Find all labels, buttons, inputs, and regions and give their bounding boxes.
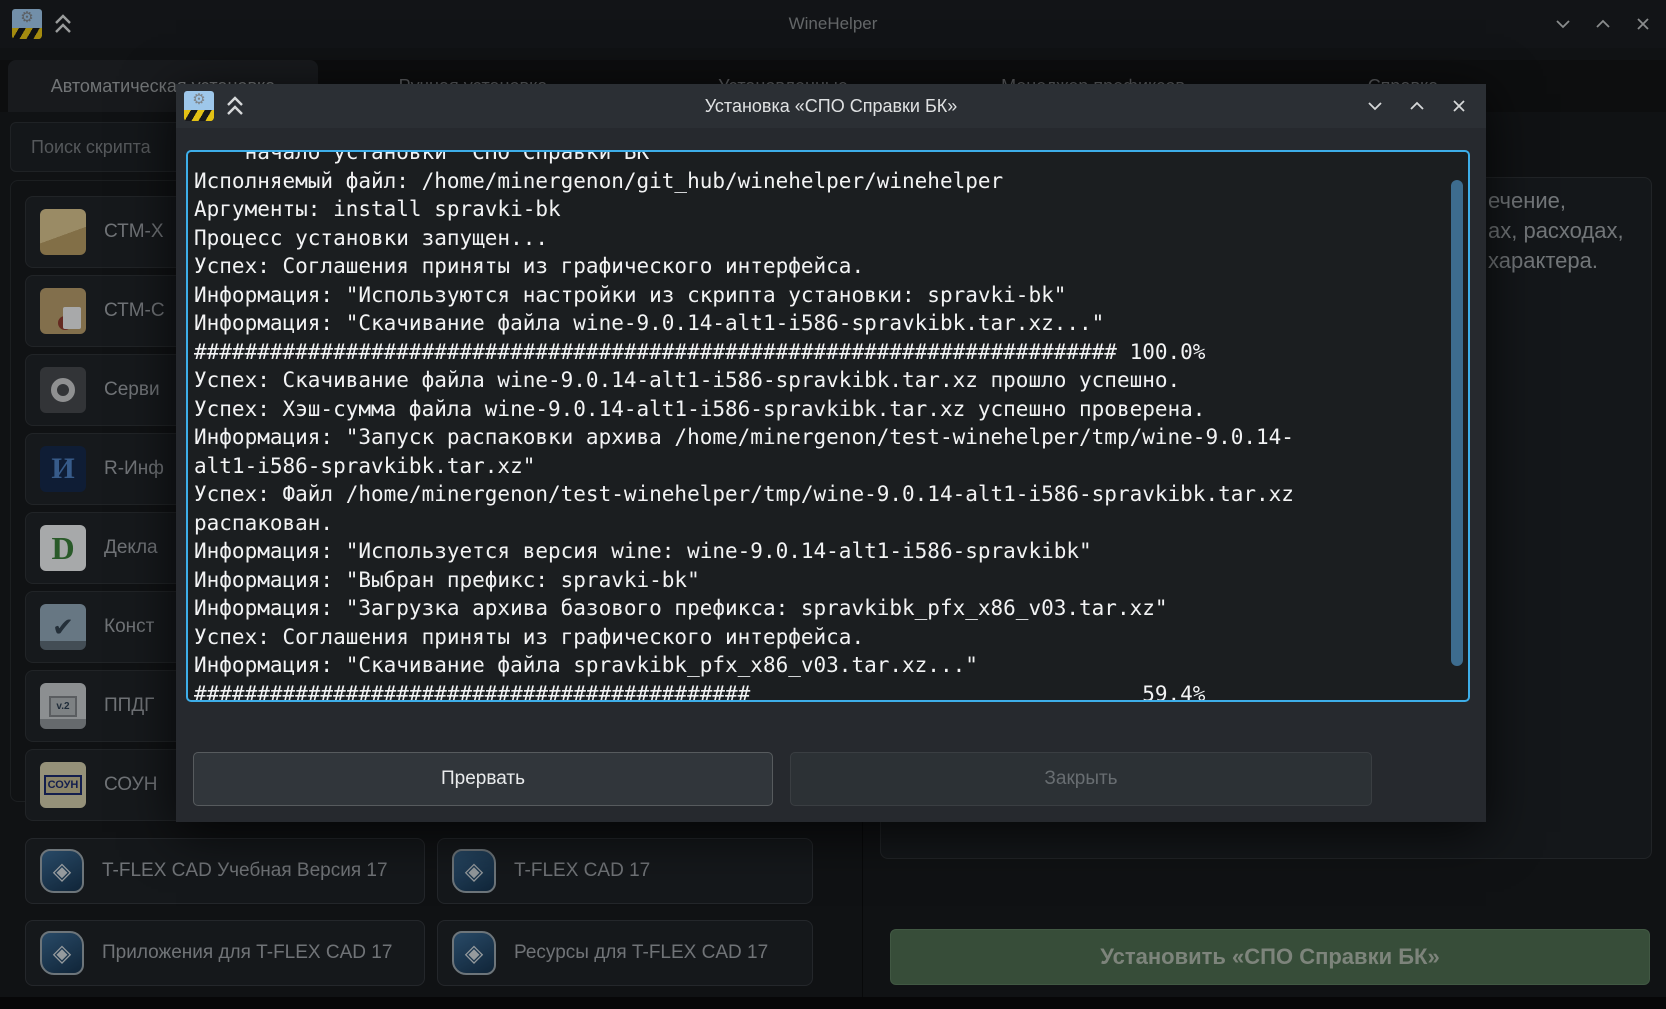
log-line: Информация: "Запуск распаковки архива /h… bbox=[194, 423, 1442, 452]
scrollbar-thumb[interactable] bbox=[1451, 180, 1463, 666]
log-line: Успех: Соглашения приняты из графическог… bbox=[194, 623, 1442, 652]
log-line: Успех: Соглашения приняты из графическог… bbox=[194, 252, 1442, 281]
minimize-button[interactable] bbox=[1366, 97, 1384, 115]
log-line: Аргументы: install spravki-bk bbox=[194, 195, 1442, 224]
log-line: Информация: "Загрузка архива базового пр… bbox=[194, 594, 1442, 623]
abort-button[interactable]: Прервать bbox=[193, 752, 773, 806]
log-line: распакован. bbox=[194, 509, 1442, 538]
dialog-window-controls bbox=[1366, 84, 1468, 128]
log-line: Успех: Скачивание файла wine-9.0.14-alt1… bbox=[194, 366, 1442, 395]
log-line: ########################################… bbox=[194, 680, 1442, 701]
log-line: Информация: "Используются настройки из с… bbox=[194, 281, 1442, 310]
install-log-text: начало установки "СПО Справки БК"Исполня… bbox=[194, 152, 1442, 700]
maximize-button[interactable] bbox=[1408, 97, 1426, 115]
log-line: Исполняемый файл: /home/minergenon/git_h… bbox=[194, 167, 1442, 196]
screen: ⚙ WineHelper bbox=[0, 0, 1666, 1009]
log-line: Успех: Файл /home/minergenon/test-winehe… bbox=[194, 480, 1442, 509]
log-line: Процесс установки запущен... bbox=[194, 224, 1442, 253]
log-line: ########################################… bbox=[194, 338, 1442, 367]
log-line: начало установки "СПО Справки БК" bbox=[194, 152, 1442, 167]
install-log-terminal: начало установки "СПО Справки БК"Исполня… bbox=[186, 150, 1470, 702]
log-line: Информация: "Используется версия wine: w… bbox=[194, 537, 1442, 566]
log-line: Успех: Хэш-сумма файла wine-9.0.14-alt1-… bbox=[194, 395, 1442, 424]
install-progress-dialog: ⚙ Установка «СПО Справки БК» bbox=[176, 84, 1486, 822]
close-dialog-button[interactable] bbox=[1450, 97, 1468, 115]
dialog-title: Установка «СПО Справки БК» bbox=[176, 84, 1486, 128]
close-button[interactable]: Закрыть bbox=[790, 752, 1372, 806]
dialog-titlebar: ⚙ Установка «СПО Справки БК» bbox=[176, 84, 1486, 128]
chevron-down-icon bbox=[1366, 97, 1384, 115]
log-line: Информация: "Выбран префикс: spravki-bk" bbox=[194, 566, 1442, 595]
chevron-up-icon bbox=[1408, 97, 1426, 115]
log-line: alt1-i586-spravkibk.tar.xz" bbox=[194, 452, 1442, 481]
close-icon bbox=[1450, 97, 1468, 115]
terminal-scrollbar[interactable] bbox=[1450, 156, 1464, 696]
log-line: Информация: "Скачивание файла spravkibk_… bbox=[194, 651, 1442, 680]
log-line: Информация: "Скачивание файла wine-9.0.1… bbox=[194, 309, 1442, 338]
